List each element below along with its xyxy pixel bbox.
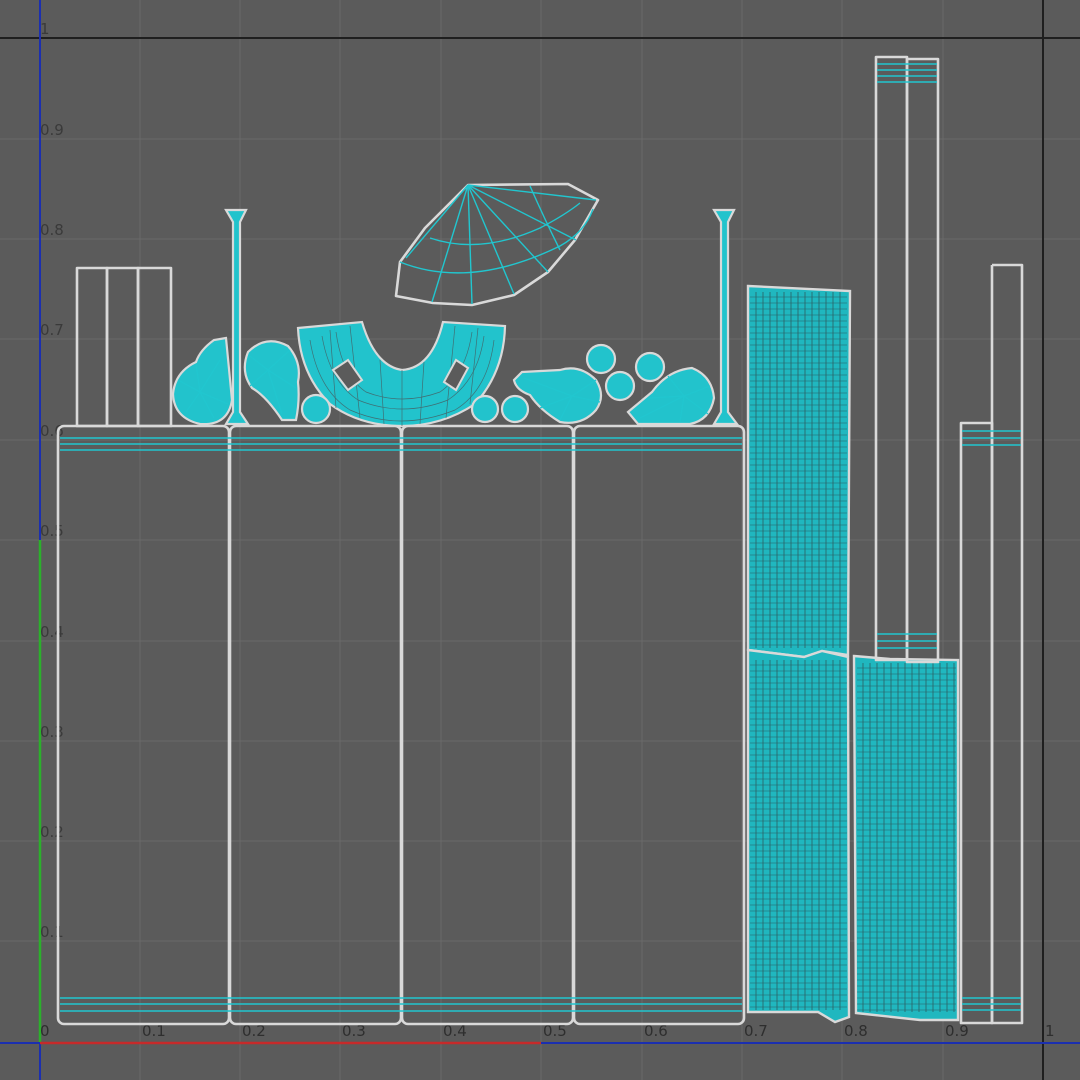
v-tick-label: 0.8 xyxy=(40,221,64,239)
v-tick-label: 0.7 xyxy=(40,321,64,339)
u-tick-label: 0.9 xyxy=(945,1022,969,1040)
uv-shell-circle[interactable] xyxy=(470,394,500,424)
uv-shell-circle[interactable] xyxy=(634,351,666,383)
uv-shell-circle[interactable] xyxy=(300,393,332,425)
u-tick-label: 0 xyxy=(40,1022,50,1040)
u-tick-label: 1 xyxy=(1045,1022,1055,1040)
v-tick-label: 0.5 xyxy=(40,522,64,540)
uv-shell-circle[interactable] xyxy=(585,343,617,375)
u-tick-label: 0.7 xyxy=(744,1022,768,1040)
uv-editor-viewport[interactable]: 0 0.1 0.2 0.3 0.4 0.5 0.6 0.7 0.8 0.9 1 … xyxy=(0,0,1080,1080)
u-tick-label: 0.8 xyxy=(844,1022,868,1040)
uv-shell-circle[interactable] xyxy=(500,394,530,424)
v-tick-label: 0.4 xyxy=(40,623,64,641)
v-tick-label: 1 xyxy=(40,20,50,38)
v-tick-label: 0.2 xyxy=(40,823,64,841)
v-tick-label: 0.3 xyxy=(40,723,64,741)
uv-shell-circle[interactable] xyxy=(604,370,636,402)
v-tick-label: 0.9 xyxy=(40,121,64,139)
v-tick-label: 0.1 xyxy=(40,923,64,941)
